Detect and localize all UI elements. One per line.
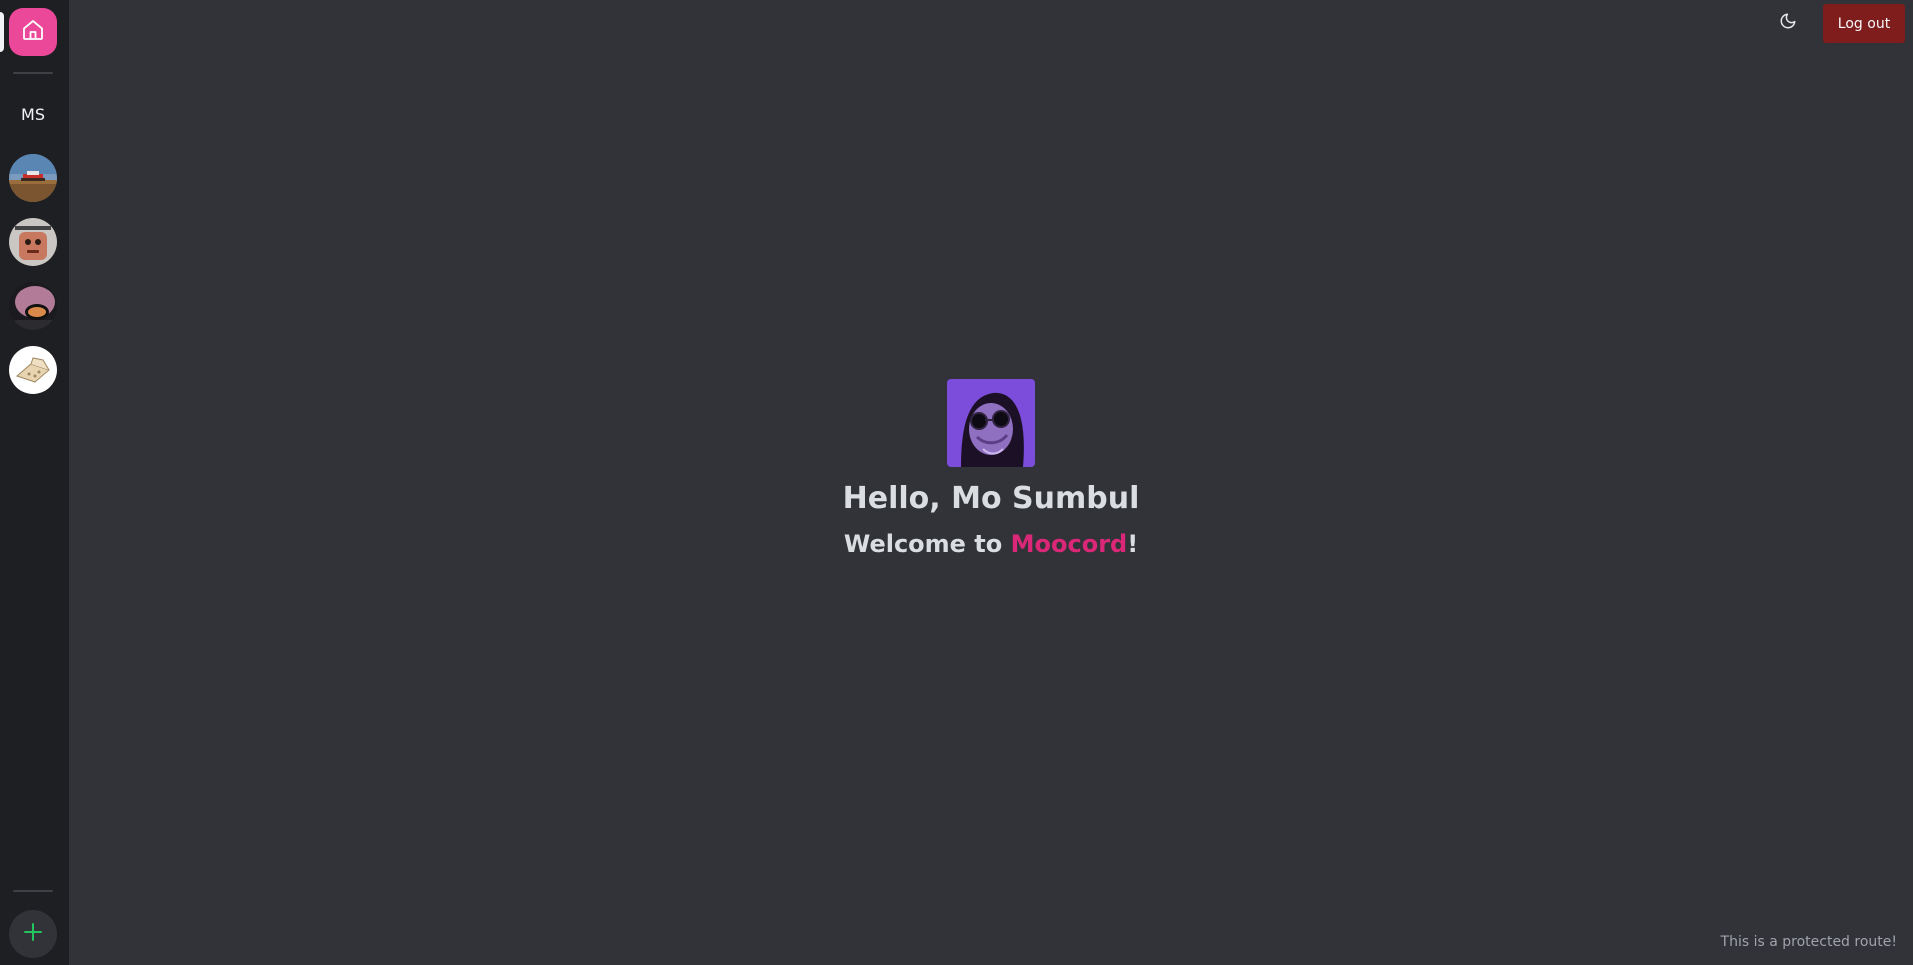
server-item[interactable]: [9, 218, 57, 266]
plus-icon: [22, 921, 44, 947]
sidebar-divider: [13, 72, 53, 74]
app-root: MS Log out Hello, Mo Sumbul Welcome to M…: [0, 0, 1913, 965]
welcome-prefix: Welcome to: [843, 530, 1011, 558]
brand-name: Moocord: [1010, 530, 1128, 558]
moon-icon: [1779, 12, 1797, 34]
welcome-suffix: !: [1127, 530, 1139, 558]
welcome-panel: Hello, Mo Sumbul Welcome to Moocord!: [69, 379, 1913, 558]
server-avatar-face-icon: [9, 218, 57, 266]
home-button[interactable]: [9, 8, 57, 56]
add-server-button[interactable]: [9, 910, 57, 958]
protected-route-note: This is a protected route!: [1720, 934, 1897, 950]
theme-toggle-button[interactable]: [1775, 10, 1801, 36]
server-item[interactable]: [9, 282, 57, 330]
logout-button[interactable]: Log out: [1823, 4, 1905, 43]
server-item[interactable]: [9, 346, 57, 394]
server-avatar-sketch-icon: [9, 346, 57, 394]
avatar: [947, 379, 1035, 467]
sidebar-divider: [13, 890, 53, 892]
server-sidebar: MS: [0, 0, 69, 965]
greeting-heading: Hello, Mo Sumbul: [842, 481, 1140, 516]
server-avatar-dark-icon: [9, 282, 57, 330]
active-indicator: [0, 12, 4, 52]
server-avatar-landscape-icon: [9, 154, 57, 202]
user-initials-button[interactable]: MS: [9, 90, 57, 138]
home-icon: [21, 18, 45, 46]
welcome-heading: Welcome to Moocord!: [69, 530, 1913, 558]
server-item[interactable]: [9, 154, 57, 202]
